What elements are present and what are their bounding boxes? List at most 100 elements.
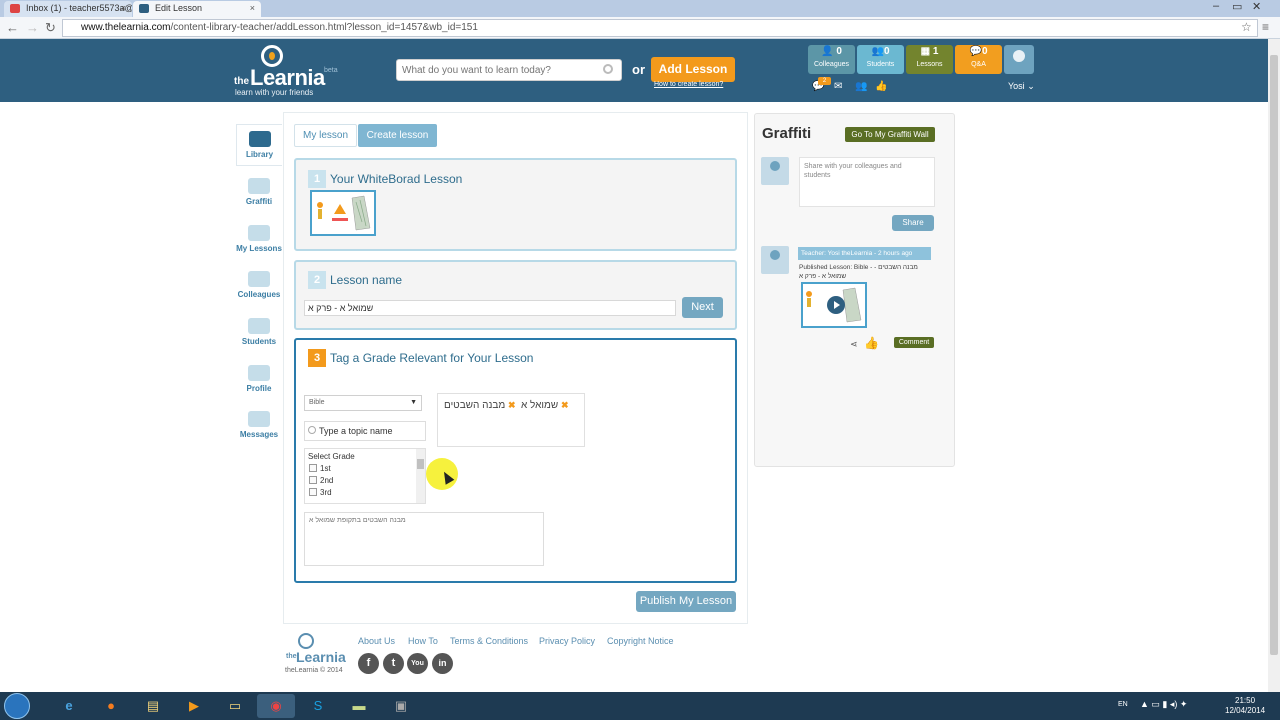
notes-icon[interactable]: ▬ (340, 694, 378, 718)
lessons-stat-button[interactable]: ▦ 1 Lessons (906, 45, 953, 74)
notification-badge: 2 (818, 77, 831, 85)
restore-icon[interactable]: ▭ (1232, 0, 1242, 13)
tags-box[interactable]: מבנה השבטים ✖ שמואל א ✖ (437, 393, 585, 447)
twitter-icon[interactable]: t (383, 653, 404, 674)
grade-option-1st[interactable]: 1st (305, 463, 425, 475)
share-button[interactable]: Share (892, 215, 934, 231)
footer-link-copyright[interactable]: Copyright Notice (607, 636, 674, 646)
clock-date: 12/04/2014 (1225, 706, 1266, 715)
like-icon[interactable]: 👍 (875, 81, 887, 92)
sidebar-item-messages[interactable]: Messages (236, 411, 282, 439)
tab-my-lesson[interactable]: My lesson (294, 124, 357, 147)
footer-link-terms[interactable]: Terms & Conditions (450, 636, 528, 646)
page-scrollbar[interactable] (1268, 39, 1280, 692)
subject-select[interactable]: Bible ▼ (304, 395, 422, 411)
checkbox[interactable] (309, 464, 317, 472)
how-to-create-link[interactable]: How to create lesson? (654, 81, 723, 88)
scrollbar-thumb[interactable] (1270, 55, 1278, 655)
firefox-icon[interactable]: ● (92, 694, 130, 718)
media-player-icon[interactable]: ▶ (175, 694, 213, 718)
profile-icon (248, 365, 270, 381)
grade-label: 2nd (320, 476, 334, 485)
footer-link-about[interactable]: About Us (358, 636, 395, 646)
next-button[interactable]: Next (682, 297, 723, 318)
share-textarea[interactable]: Share with your colleagues and students (799, 157, 935, 207)
app-icon[interactable]: ▣ (382, 694, 420, 718)
sidebar-item-library[interactable]: Library (236, 124, 282, 166)
linkedin-icon[interactable]: in (432, 653, 453, 674)
friends-icon[interactable]: 👥 (855, 81, 867, 92)
students-stat-button[interactable]: 👥0 Students (857, 45, 904, 74)
whiteboard-thumbnail[interactable] (310, 190, 376, 236)
clock-time: 21:50 (1235, 696, 1256, 705)
grade-list-header: Select Grade (308, 452, 355, 461)
footer-logo[interactable]: the Learnia theLearnia © 2014 (284, 633, 350, 677)
tag-text: שמואל א (521, 400, 559, 411)
reload-icon[interactable]: ↻ (45, 20, 56, 36)
clock[interactable]: 21:50 12/04/2014 (1225, 696, 1265, 716)
sidebar-item-colleagues[interactable]: Colleagues (236, 271, 282, 299)
grade-option-2nd[interactable]: 2nd (305, 475, 425, 487)
go-to-graffiti-wall-button[interactable]: Go To My Graffiti Wall (845, 127, 935, 142)
username-text: Yosi (1008, 81, 1025, 91)
publish-lesson-button[interactable]: Publish My Lesson (636, 591, 736, 612)
back-icon[interactable]: ← (6, 20, 19, 35)
colleagues-stat-button[interactable]: 👤 0 Colleagues (808, 45, 855, 74)
grade-option-3rd[interactable]: 3rd (305, 487, 425, 499)
add-lesson-button[interactable]: Add Lesson (651, 57, 735, 82)
play-icon[interactable] (827, 296, 845, 314)
search-box[interactable] (396, 59, 622, 81)
grade-list-scrollbar[interactable] (416, 449, 425, 503)
colleagues-count-value: 0 (836, 46, 842, 57)
remove-tag-icon[interactable]: ✖ (561, 400, 569, 410)
tray-icons[interactable]: ▲ ▭ ▮ ◂) ✦ (1140, 699, 1187, 710)
learnia-logo[interactable]: the Learnia beta learn with your friends (234, 45, 344, 100)
topic-search-input[interactable]: Type a topic name (304, 421, 426, 441)
browser-tab-inbox[interactable]: Inbox (1) - teacher5573a@ × (4, 1, 132, 17)
close-window-icon[interactable]: ✕ (1252, 0, 1261, 13)
grade-select-list[interactable]: Select Grade 1st 2nd 3rd (304, 448, 426, 504)
sidebar-item-profile[interactable]: Profile (236, 365, 282, 393)
explorer-folder-icon[interactable]: ▤ (134, 694, 172, 718)
skype-icon[interactable]: S (299, 694, 337, 718)
sidebar-item-students[interactable]: Students (236, 318, 282, 346)
close-tab-icon[interactable]: × (250, 1, 255, 16)
checkbox[interactable] (309, 476, 317, 484)
close-tab-icon[interactable]: × (121, 1, 126, 16)
sidebar-item-my-lessons[interactable]: My Lessons (236, 225, 282, 253)
ie-icon[interactable]: e (50, 694, 88, 718)
facebook-icon[interactable]: f (358, 653, 379, 674)
folder-icon[interactable]: ▭ (216, 694, 254, 718)
tab-create-lesson[interactable]: Create lesson (358, 124, 437, 147)
like-icon[interactable]: 👍 (864, 336, 879, 350)
browser-tab-edit-lesson[interactable]: Edit Lesson × (133, 1, 261, 17)
post-lesson-thumbnail[interactable] (801, 282, 867, 328)
remove-tag-icon[interactable]: ✖ (508, 400, 516, 410)
comment-button[interactable]: Comment (894, 337, 934, 348)
description-textarea[interactable]: מבנה השבטים בתקופת שמואל א (304, 512, 544, 566)
footer-link-privacy[interactable]: Privacy Policy (539, 636, 595, 646)
sidebar-item-graffiti[interactable]: Graffiti (236, 178, 282, 206)
qa-stat-button[interactable]: 💬0 Q&A (955, 45, 1002, 74)
chrome-icon[interactable]: ◉ (257, 694, 295, 718)
search-icon[interactable] (603, 64, 613, 74)
youtube-icon[interactable]: You (407, 653, 428, 674)
whiteboard-preview-image (312, 192, 374, 234)
footer-link-how-to[interactable]: How To (408, 636, 438, 646)
messages-envelope-icon[interactable]: ✉ (834, 81, 842, 92)
minimize-icon[interactable]: – (1213, 0, 1219, 12)
scrollbar-thumb[interactable] (417, 459, 424, 469)
bookmark-star-icon[interactable]: ☆ (1241, 20, 1252, 34)
lesson-name-input[interactable]: שמואל א - פרק א (304, 300, 676, 316)
language-indicator[interactable]: EN (1118, 701, 1128, 708)
menu-icon[interactable]: ≡ (1262, 20, 1269, 34)
user-avatar[interactable] (1004, 45, 1034, 74)
search-input[interactable] (402, 60, 592, 80)
address-bar[interactable]: www.thelearnia.com/content-library-teach… (62, 19, 1258, 37)
checkbox[interactable] (309, 488, 317, 496)
sidebar-item-label: Graffiti (245, 197, 273, 206)
forward-icon[interactable]: → (26, 20, 39, 35)
username-menu[interactable]: Yosi ⌄ (1008, 81, 1035, 92)
start-button[interactable] (4, 693, 30, 719)
share-icon[interactable]: ⋖ (850, 339, 858, 350)
